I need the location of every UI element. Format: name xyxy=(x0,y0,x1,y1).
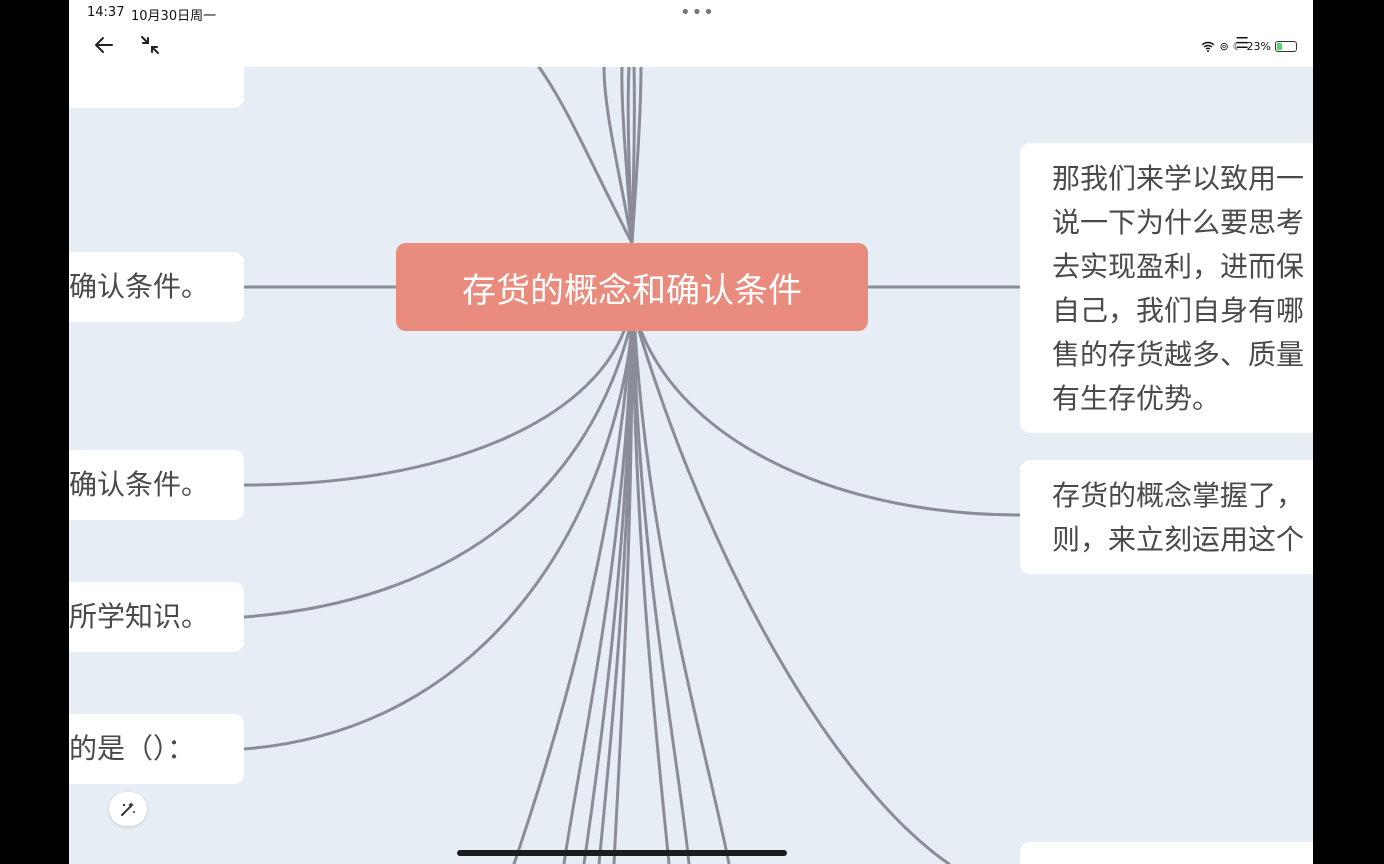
magic-wand-icon xyxy=(121,802,135,816)
right-node-1-line: 说一下为什么要思考 xyxy=(1052,206,1305,239)
status-time: 14:37 xyxy=(87,5,125,20)
magic-wand-button[interactable] xyxy=(109,792,147,826)
arrow-left-icon xyxy=(95,37,113,53)
left-node-2[interactable]: 确认条件。 xyxy=(69,450,244,520)
right-node-2-line: 存货的概念掌握了， xyxy=(1052,479,1305,512)
right-node-partial-bottom[interactable] xyxy=(1020,842,1313,864)
right-node-1-line: 自己，我们自身有哪 xyxy=(1052,294,1305,327)
right-node-1-line: 有生存优势。 xyxy=(1052,382,1221,415)
moon-icon: ☾ xyxy=(1232,40,1243,53)
wifi-icon xyxy=(1202,41,1215,52)
lock-rotation-icon: ⊚ xyxy=(1219,40,1229,53)
collapse-button[interactable] xyxy=(137,32,163,58)
back-button[interactable] xyxy=(93,32,115,58)
collapse-arrows-icon xyxy=(141,36,159,54)
left-node-1-text: 确认条件。 xyxy=(69,270,210,303)
left-node-4-text: 的是（）： xyxy=(69,732,196,765)
status-icons: ⊚ ☾ 23% xyxy=(1201,40,1297,53)
center-topic-text: 存货的概念和确认条件 xyxy=(462,270,802,311)
left-node-1[interactable]: 确认条件。 xyxy=(69,252,244,322)
right-node-2-line: 则，来立刻运用这个 xyxy=(1052,523,1305,556)
right-node-1-line: 去实现盈利，进而保 xyxy=(1052,250,1305,283)
left-node-2-text: 确认条件。 xyxy=(69,468,210,501)
right-node-1-line: 那我们来学以致用一 xyxy=(1052,162,1305,195)
mindmap-screen: 确认条件。 确认条件。 所学知识。 的是（）： 存货的概念和确认条件 那我们来学… xyxy=(69,0,1313,864)
battery-icon xyxy=(1275,41,1297,52)
right-node-1[interactable]: 那我们来学以致用一 说一下为什么要思考 去实现盈利，进而保 自己，我们自身有哪 … xyxy=(1020,143,1313,433)
left-node-4[interactable]: 的是（）： xyxy=(69,714,244,784)
top-bar: 14:37 10月30日周一 ••• ☰ ⊚ ☾ 23% xyxy=(69,0,1313,67)
home-indicator[interactable] xyxy=(457,850,787,856)
more-dots-icon[interactable]: ••• xyxy=(680,2,715,23)
status-date: 10月30日周一 xyxy=(131,9,217,24)
right-node-2[interactable]: 存货的概念掌握了， 则，来立刻运用这个 xyxy=(1020,460,1313,574)
left-node-3-text: 所学知识。 xyxy=(69,600,210,633)
battery-percent: 23% xyxy=(1246,40,1271,53)
center-topic-node[interactable]: 存货的概念和确认条件 xyxy=(396,243,868,331)
right-node-1-line: 售的存货越多、质量 xyxy=(1052,338,1305,371)
left-node-3[interactable]: 所学知识。 xyxy=(69,582,244,652)
